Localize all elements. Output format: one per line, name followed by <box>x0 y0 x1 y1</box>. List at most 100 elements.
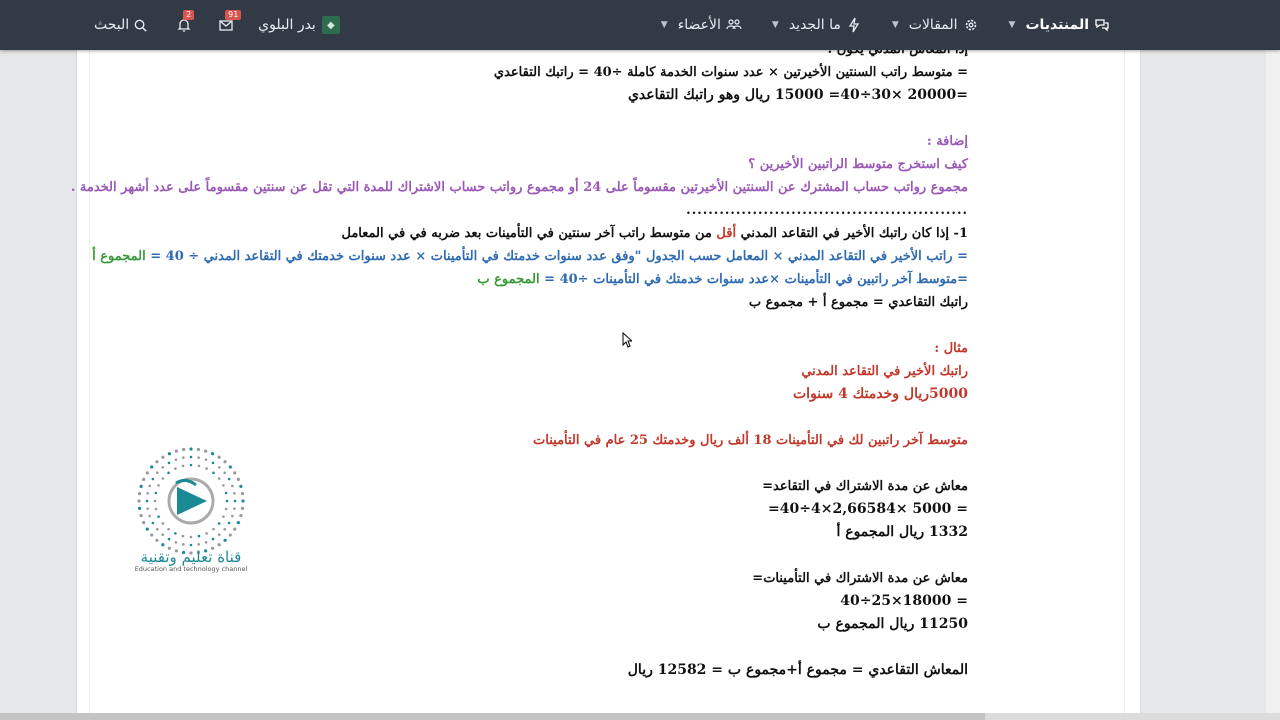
inbox-button[interactable]: 91 <box>216 10 242 35</box>
logo-english-text: Education and technology channel <box>134 565 248 573</box>
top-navbar: المنتديات ▼ المقالات ▼ ما الجديد ▼ الأعض… <box>0 0 1280 50</box>
logo-dot <box>146 507 149 510</box>
logo-dot <box>228 533 232 537</box>
logo-dot <box>137 491 142 496</box>
logo-dot <box>148 484 151 488</box>
text-line: 11250 ريال المجموع ب <box>817 616 968 632</box>
logo-dot <box>233 492 236 495</box>
logo-dot <box>155 471 159 475</box>
logo-dot <box>137 506 142 511</box>
logo-dot <box>150 465 154 469</box>
logo-dot <box>145 527 149 531</box>
logo-dot <box>222 484 225 487</box>
logo-dot <box>148 514 151 518</box>
logo-dot <box>211 461 215 465</box>
logo-dot <box>241 499 245 503</box>
alerts-button[interactable]: 2 <box>174 10 195 35</box>
text-line: = 18000×25÷40 <box>840 593 968 609</box>
logo-dot <box>217 522 221 525</box>
chevron-down-icon[interactable]: ▼ <box>772 20 779 30</box>
logo-dot <box>204 458 208 461</box>
nav-members-label: الأعضاء <box>677 17 721 33</box>
text-line: = راتب الأخير في التقاعد المدني × المعام… <box>92 249 968 264</box>
chevron-down-icon[interactable]: ▼ <box>892 20 899 30</box>
logo-dot <box>217 465 221 469</box>
logo-dot <box>167 537 171 541</box>
nav-forums[interactable]: المنتديات ▼ <box>1009 0 1110 50</box>
text-line: راتبك التقاعدي = مجموع أ + مجموع ب <box>748 295 968 310</box>
logo-dot <box>189 463 193 467</box>
logo-dot <box>197 543 200 546</box>
logo-arabic-text: قناة تعليم وتقنية <box>140 548 242 566</box>
main-nav: المنتديات ▼ المقالات ▼ ما الجديد ▼ الأعض… <box>661 0 1110 50</box>
logo-dot <box>174 449 178 453</box>
logo-dot <box>196 447 201 452</box>
logo-dot <box>197 534 201 538</box>
logo-dot <box>167 471 170 475</box>
horizontal-scrollbar-thumb[interactable] <box>0 713 985 720</box>
avatar: ◆ <box>321 16 340 34</box>
logo-dot <box>142 521 146 525</box>
gear-icon <box>965 19 976 31</box>
logo-dot <box>189 543 193 547</box>
logo-dot <box>212 527 215 531</box>
chevron-down-icon[interactable]: ▼ <box>661 20 668 30</box>
search-label: البحث <box>94 17 130 33</box>
logo-dot <box>174 467 177 470</box>
logo-dot <box>228 465 232 469</box>
text-line: =20000 ×30÷40= 15000 ريال وهو راتبك التق… <box>627 87 968 103</box>
logo-dot <box>155 460 159 464</box>
logo-dot <box>227 521 231 525</box>
logo-dot <box>211 537 215 541</box>
nav-forums-label: المنتديات <box>1025 17 1089 33</box>
logo-dot <box>157 484 160 487</box>
logo-dot <box>223 527 227 531</box>
chevron-down-icon[interactable]: ▼ <box>1009 20 1016 30</box>
nav-whats-new[interactable]: ما الجديد ▼ <box>772 0 862 50</box>
logo-dot <box>189 535 193 539</box>
logo-dot <box>236 521 240 525</box>
logo-dot <box>224 507 228 511</box>
search-button[interactable]: البحث <box>94 17 148 33</box>
logo-dot <box>174 532 177 535</box>
mouse-cursor-icon <box>622 332 632 348</box>
nav-members[interactable]: الأعضاء ▼ <box>661 0 742 50</box>
logo-dot <box>161 465 165 469</box>
inbox-badge: 91 <box>225 10 242 20</box>
logo-dot <box>223 538 227 542</box>
logo-dot <box>167 527 170 531</box>
logo-dot <box>182 456 185 459</box>
nav-articles[interactable]: المقالات ▼ <box>892 0 979 50</box>
logo-dot <box>204 541 208 544</box>
post-body: إذا المعاش المدني يكون : = متوسط راتب ال… <box>71 38 968 682</box>
vertical-scrollbar[interactable] <box>1266 50 1280 720</box>
text-line: 1- إذا كان راتبك الأخير في التقاعد المدن… <box>341 226 968 241</box>
logo-dot <box>233 499 237 503</box>
logo-dot <box>217 533 221 537</box>
logo-dot <box>197 456 200 459</box>
logo-dot <box>167 461 171 465</box>
user-nav: ◆ بدر البلوي 91 2 البحث <box>94 0 340 50</box>
logo-dot <box>181 534 185 538</box>
search-icon <box>134 19 147 32</box>
logo-dot <box>233 471 237 475</box>
logo-dot <box>225 499 229 503</box>
logo-dot <box>239 514 243 518</box>
logo-dot <box>181 447 186 452</box>
logo-dot <box>145 499 149 503</box>
nav-articles-label: المقالات <box>908 17 958 33</box>
logo-dot <box>137 499 141 503</box>
user-menu[interactable]: ◆ بدر البلوي <box>258 16 340 34</box>
section-heading: مثال : <box>934 341 968 356</box>
logo-dot <box>189 455 193 459</box>
chat-bubbles-icon <box>1095 19 1109 32</box>
logo-dot <box>146 492 149 495</box>
logo-dot <box>151 521 155 525</box>
divider-dots: ........................................… <box>686 203 968 218</box>
logo-dot <box>155 538 159 542</box>
logo-dot <box>189 447 193 451</box>
logo-dot <box>212 471 215 475</box>
logo-dot <box>167 452 171 456</box>
logo-dot <box>231 514 234 518</box>
logo-dot <box>174 458 178 461</box>
